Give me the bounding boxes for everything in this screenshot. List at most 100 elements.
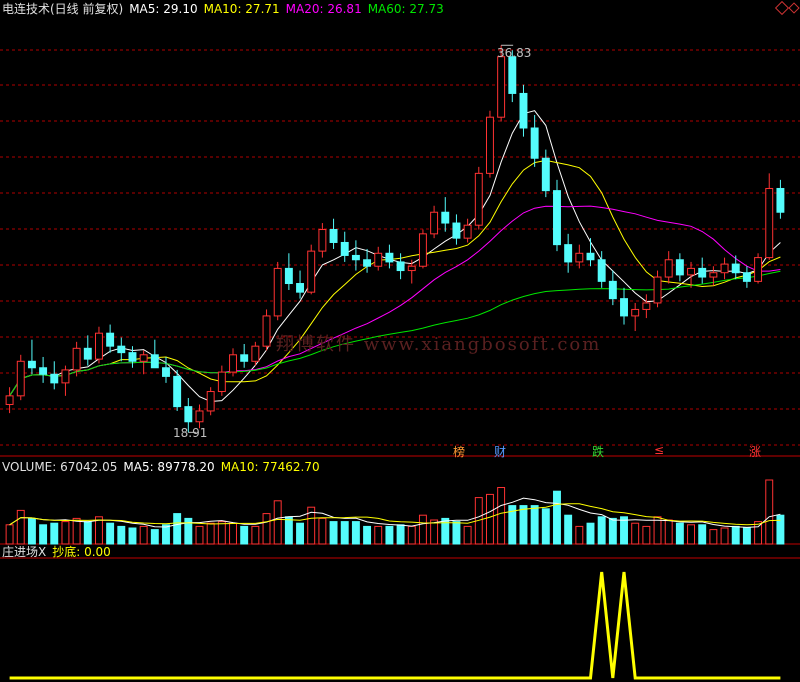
candle-body [206, 391, 215, 412]
candle-body [50, 373, 59, 384]
volume-bar [273, 500, 282, 545]
candle-body [497, 56, 506, 118]
ma5-legend: MA5: 29.10 [129, 2, 198, 16]
volume-panel-header: VOLUME: 67042.05 MA5: 89778.20 MA10: 774… [2, 460, 320, 476]
indicator-value: 抄底: 0.00 [52, 545, 111, 559]
candle-body [709, 272, 718, 278]
indicator-name: 庄进场X [2, 545, 47, 559]
volume-bar [541, 508, 550, 545]
volume-bar [575, 525, 584, 545]
volume-bar [251, 525, 260, 545]
volume-bar [217, 521, 226, 545]
low-price-label: 18.91 [173, 426, 208, 440]
event-tag-bang[interactable]: 榜 [453, 443, 465, 460]
volume-bar [240, 525, 249, 545]
volume-bar [374, 525, 383, 545]
candle-body [608, 280, 617, 300]
volume-bar [363, 525, 372, 545]
candle-body [776, 187, 785, 213]
volume-bar [519, 505, 528, 545]
candle-body [117, 345, 126, 354]
event-tag-cai[interactable]: 财 [494, 443, 506, 460]
candle-body [251, 345, 260, 362]
high-price-label: 36.83 [497, 46, 532, 60]
volume-bar [407, 525, 416, 545]
volume-bar [709, 529, 718, 545]
volume-bar [128, 527, 137, 545]
candle-body [83, 347, 92, 360]
volume-bar [206, 522, 215, 545]
candle-body [262, 315, 271, 347]
candle-body [575, 252, 584, 263]
candle-body [340, 241, 349, 256]
candle-body [240, 354, 249, 362]
candle-body [329, 229, 338, 243]
volume-bar [296, 522, 305, 545]
volume-bar [553, 490, 561, 545]
volume-bar [418, 514, 427, 545]
candle-body [653, 276, 662, 304]
volume-bar [318, 517, 327, 545]
candle-body [664, 259, 673, 278]
volume-bar [731, 525, 740, 545]
candle-body [374, 252, 383, 267]
volume-bar [173, 513, 182, 545]
volume-bar [284, 516, 293, 545]
event-tag-zhang[interactable]: 涨 [749, 443, 761, 460]
volume-bar [72, 517, 81, 545]
watermark: 翔博软件 www.xiangbosoft.com [276, 334, 602, 355]
candle-body [519, 92, 528, 129]
volume-bar [765, 479, 774, 545]
candle-body [27, 360, 36, 369]
volume-bar [117, 525, 126, 545]
candle-body [195, 410, 204, 423]
candle-body [474, 172, 483, 226]
volume-bar [497, 487, 506, 545]
candle-body [418, 233, 427, 267]
candle-body [385, 252, 394, 263]
candle-body [61, 369, 70, 384]
volume-bar [50, 522, 59, 545]
volume-bar [396, 524, 405, 545]
volume-bar [485, 493, 494, 545]
volume-bar [385, 525, 394, 545]
volume-bar [106, 522, 115, 545]
candle-body [173, 375, 182, 408]
candle-body [229, 354, 237, 373]
volume-bar [530, 505, 539, 545]
volume-bar [564, 514, 573, 545]
volume-bar [39, 524, 48, 545]
ma5-line [9, 110, 781, 403]
event-tag-die[interactable]: 跌 [592, 443, 604, 460]
volume-bar [642, 525, 651, 545]
volume-bar [229, 522, 237, 545]
candle-body [530, 127, 539, 159]
candle-body [754, 257, 763, 282]
candle-body [396, 261, 405, 272]
candle-body [508, 56, 517, 94]
candle-body [39, 367, 48, 375]
volume-bar [597, 516, 606, 545]
volume-bar [83, 521, 92, 545]
candle-body [273, 267, 282, 317]
event-tag-le[interactable]: ≤ [654, 443, 664, 457]
volume-bar [340, 521, 349, 545]
candle-body [731, 263, 740, 274]
volume-bar [742, 527, 751, 545]
candle-body [720, 263, 729, 274]
candle-body [541, 157, 550, 192]
volume-bar [27, 517, 36, 545]
volume-bar [16, 509, 25, 545]
candle-body [675, 259, 684, 276]
volume-bar [631, 522, 640, 545]
volume-bar [150, 529, 159, 545]
candle-body [441, 211, 450, 224]
volume-bar [195, 525, 204, 545]
volume-bar [5, 524, 14, 545]
volume-bar [664, 519, 673, 545]
volume-ma10-legend: MA10: 77462.70 [220, 460, 320, 474]
stock-chart-window[interactable]: 电连技术(日线 前复权) MA5: 29.10 MA10: 27.71 MA20… [0, 0, 800, 682]
candle-body [150, 354, 159, 369]
ma10-line [9, 159, 781, 397]
candle-body [765, 187, 774, 259]
